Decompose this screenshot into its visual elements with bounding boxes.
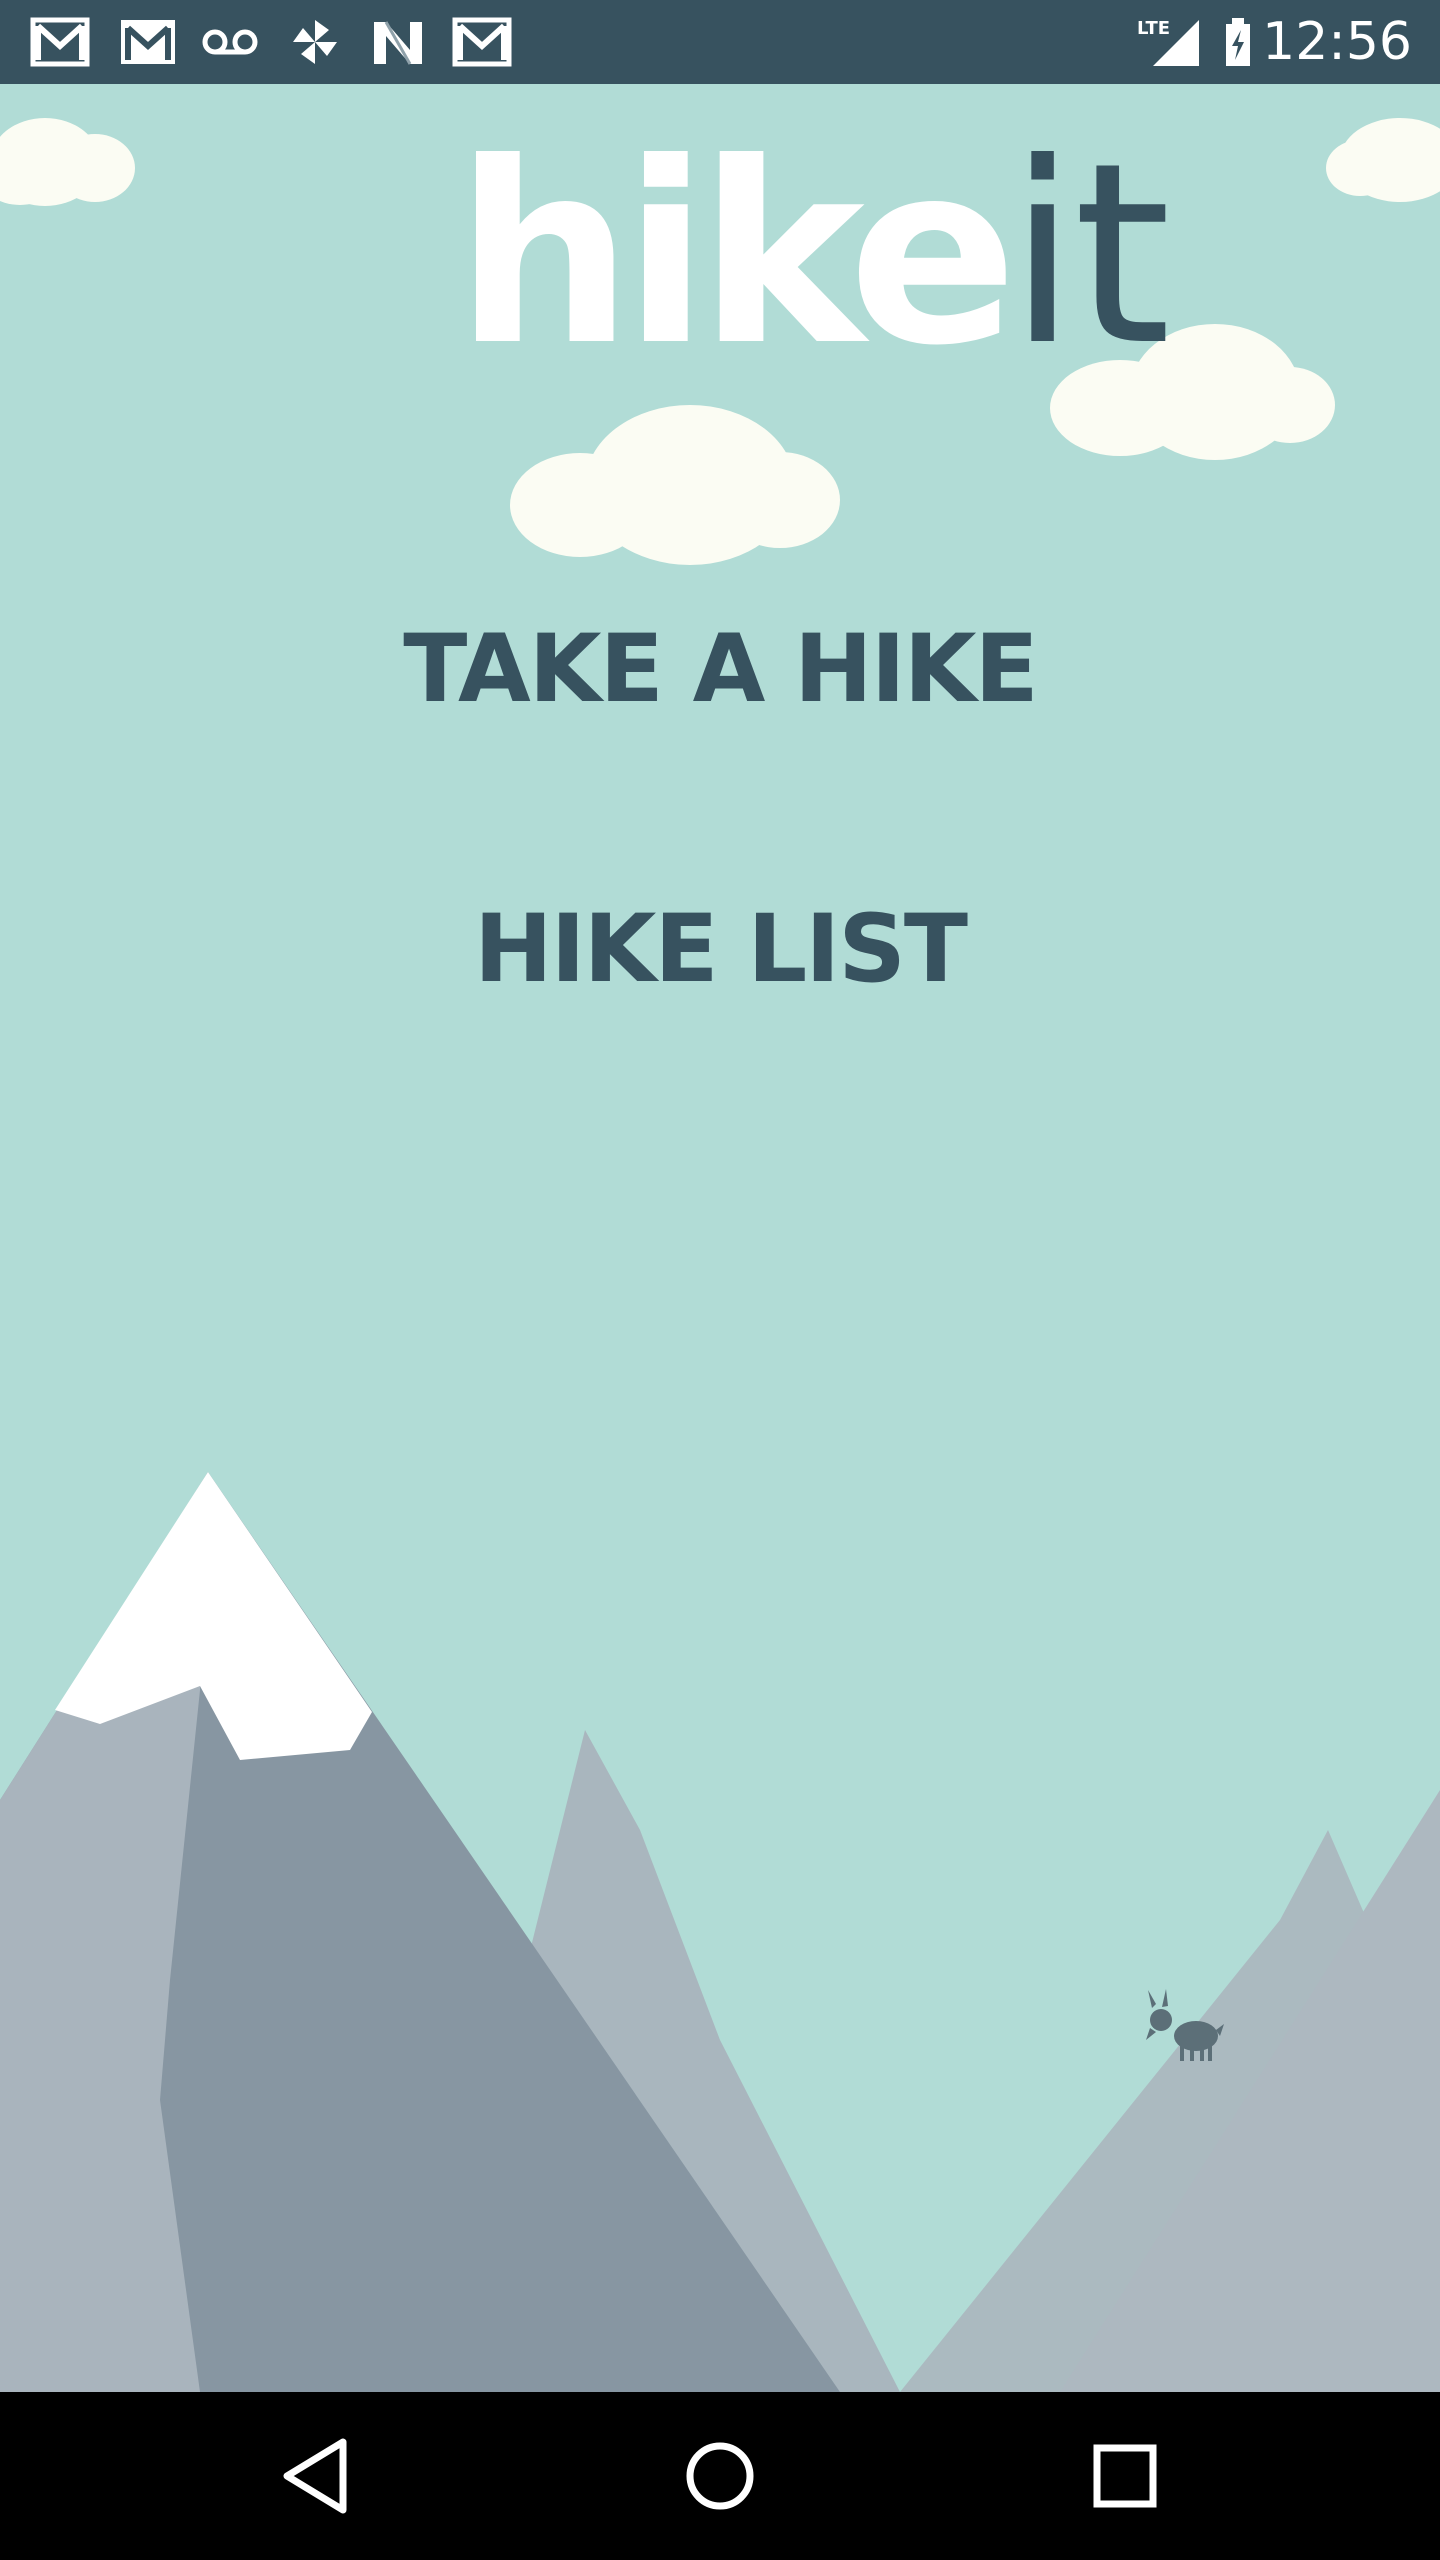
scenery-background (0, 118, 1440, 2392)
status-bar: LTE 12:56 (0, 0, 1440, 84)
lte-signal-icon: LTE (1135, 16, 1205, 68)
hike-list-button[interactable]: HIKE LIST (0, 895, 1440, 1005)
recents-icon[interactable] (1075, 2426, 1175, 2526)
cloud-center (510, 405, 840, 565)
cloud-top-left (0, 118, 135, 206)
gmail-icon (30, 16, 90, 68)
voicemail-icon (200, 16, 260, 68)
gmail-icon (452, 16, 512, 68)
pinwheel-icon (285, 16, 345, 68)
battery-charging-icon (1218, 16, 1268, 68)
logo-primary: hike (455, 109, 1018, 400)
home-icon[interactable] (670, 2426, 770, 2526)
logo-secondary: it (1007, 109, 1171, 400)
status-time: 12:56 (1262, 12, 1412, 72)
take-a-hike-button[interactable]: TAKE A HIKE (0, 615, 1440, 725)
back-icon[interactable] (265, 2426, 365, 2526)
hikeit-logo: hikeit (455, 130, 1171, 380)
cloud-top-right (1326, 118, 1440, 202)
gmail-icon (118, 16, 178, 68)
n-app-icon (368, 16, 428, 68)
network-label: LTE (1137, 18, 1170, 39)
hikeit-home-screen: LTE 12:56 hikeit TAKE A HIKE HIKE LIST (0, 0, 1440, 2560)
navigation-bar (0, 2392, 1440, 2560)
